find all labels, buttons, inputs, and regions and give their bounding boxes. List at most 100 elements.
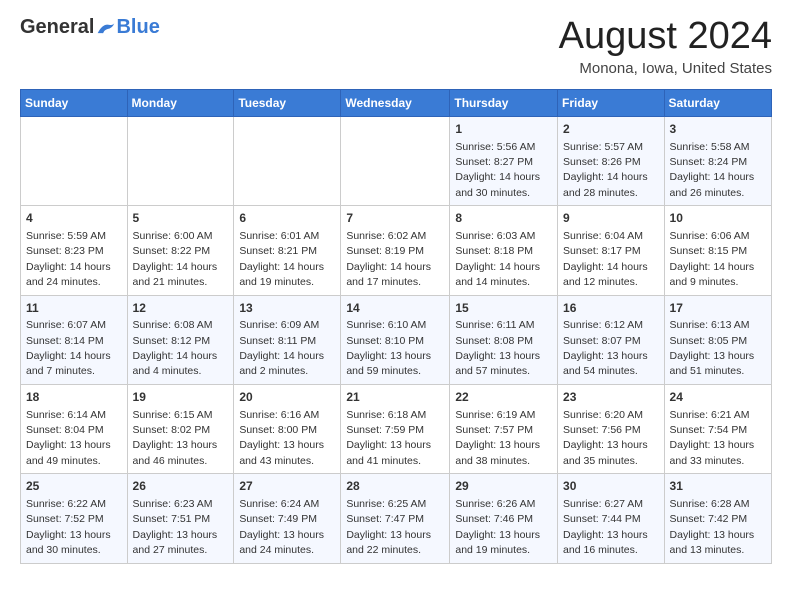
day-cell: 13 Sunrise: 6:09 AMSunset: 8:11 PMDayligh… — [234, 295, 341, 384]
day-info-text: Sunrise: 6:16 AMSunset: 8:00 PMDaylight:… — [239, 409, 324, 467]
day-header-saturday: Saturday — [664, 89, 771, 116]
day-info-text: Sunrise: 6:09 AMSunset: 8:11 PMDaylight:… — [239, 319, 324, 377]
day-number: 13 — [239, 300, 335, 317]
day-header-tuesday: Tuesday — [234, 89, 341, 116]
day-cell: 5Sunrise: 6:00 AMSunset: 8:22 PMDaylight… — [127, 206, 234, 295]
day-number: 17 — [670, 300, 766, 317]
day-info-text: Sunrise: 6:27 AMSunset: 7:44 PMDaylight:… — [563, 498, 648, 556]
day-info-text: Sunrise: 5:56 AMSunset: 8:27 PMDaylight:… — [455, 141, 540, 199]
day-number: 11 — [26, 300, 122, 317]
day-number: 4 — [26, 210, 122, 227]
day-info-text: Sunrise: 6:07 AMSunset: 8:14 PMDaylight:… — [26, 319, 111, 377]
day-info-text: Sunrise: 6:12 AMSunset: 8:07 PMDaylight:… — [563, 319, 648, 377]
day-header-wednesday: Wednesday — [341, 89, 450, 116]
day-number: 14 — [346, 300, 444, 317]
day-number: 10 — [670, 210, 766, 227]
day-info-text: Sunrise: 6:22 AMSunset: 7:52 PMDaylight:… — [26, 498, 111, 556]
day-cell: 9 Sunrise: 6:04 AMSunset: 8:17 PMDaylight… — [558, 206, 665, 295]
day-cell — [127, 116, 234, 205]
day-cell: 17 Sunrise: 6:13 AMSunset: 8:05 PMDayligh… — [664, 295, 771, 384]
day-info-text: Sunrise: 6:06 AMSunset: 8:15 PMDaylight:… — [670, 230, 755, 288]
day-number: 25 — [26, 478, 122, 495]
day-cell: 21 Sunrise: 6:18 AMSunset: 7:59 PMDayligh… — [341, 384, 450, 473]
day-cell: 11 Sunrise: 6:07 AMSunset: 8:14 PMDayligh… — [21, 295, 128, 384]
day-cell — [234, 116, 341, 205]
day-number: 21 — [346, 389, 444, 406]
day-cell — [21, 116, 128, 205]
day-cell: 18 Sunrise: 6:14 AMSunset: 8:04 PMDayligh… — [21, 384, 128, 473]
day-info-text: Sunrise: 6:20 AMSunset: 7:56 PMDaylight:… — [563, 409, 648, 467]
day-number: 28 — [346, 478, 444, 495]
day-number: 9 — [563, 210, 659, 227]
day-cell: 31 Sunrise: 6:28 AMSunset: 7:42 PMDayligh… — [664, 474, 771, 563]
day-number: 26 — [133, 478, 229, 495]
day-info-text: Sunrise: 5:59 AMSunset: 8:23 PMDaylight:… — [26, 230, 111, 288]
day-info-text: Sunrise: 6:01 AMSunset: 8:21 PMDaylight:… — [239, 230, 324, 288]
day-header-thursday: Thursday — [450, 89, 558, 116]
day-info-text: Sunrise: 6:19 AMSunset: 7:57 PMDaylight:… — [455, 409, 540, 467]
day-number: 1 — [455, 121, 552, 138]
day-cell: 12 Sunrise: 6:08 AMSunset: 8:12 PMDayligh… — [127, 295, 234, 384]
day-number: 16 — [563, 300, 659, 317]
week-row-2: 4 Sunrise: 5:59 AMSunset: 8:23 PMDaylight… — [21, 206, 772, 295]
day-info-text: Sunrise: 5:57 AMSunset: 8:26 PMDaylight:… — [563, 141, 648, 199]
day-cell: 16 Sunrise: 6:12 AMSunset: 8:07 PMDayligh… — [558, 295, 665, 384]
day-info-text: Sunrise: 6:14 AMSunset: 8:04 PMDaylight:… — [26, 409, 111, 467]
logo: General Blue — [20, 16, 160, 39]
day-number: 19 — [133, 389, 229, 406]
day-cell: 26 Sunrise: 6:23 AMSunset: 7:51 PMDayligh… — [127, 474, 234, 563]
day-cell: 20 Sunrise: 6:16 AMSunset: 8:00 PMDayligh… — [234, 384, 341, 473]
day-cell: 10 Sunrise: 6:06 AMSunset: 8:15 PMDayligh… — [664, 206, 771, 295]
day-info-text: Sunrise: 6:13 AMSunset: 8:05 PMDaylight:… — [670, 319, 755, 377]
day-cell: 2 Sunrise: 5:57 AMSunset: 8:26 PMDaylight… — [558, 116, 665, 205]
day-header-sunday: Sunday — [21, 89, 128, 116]
day-cell: 29Sunrise: 6:26 AMSunset: 7:46 PMDayligh… — [450, 474, 558, 563]
day-info-text: Sunrise: 6:02 AMSunset: 8:19 PMDaylight:… — [346, 230, 431, 288]
day-cell: 23 Sunrise: 6:20 AMSunset: 7:56 PMDayligh… — [558, 384, 665, 473]
week-row-5: 25 Sunrise: 6:22 AMSunset: 7:52 PMDayligh… — [21, 474, 772, 563]
day-info-text: Sunrise: 6:03 AMSunset: 8:18 PMDaylight:… — [455, 230, 540, 288]
day-number: 22 — [455, 389, 552, 406]
day-info-text: Sunrise: 6:18 AMSunset: 7:59 PMDaylight:… — [346, 409, 431, 467]
day-cell: 19 Sunrise: 6:15 AMSunset: 8:02 PMDayligh… — [127, 384, 234, 473]
day-number: 23 — [563, 389, 659, 406]
day-number: 20 — [239, 389, 335, 406]
day-cell: 6 Sunrise: 6:01 AMSunset: 8:21 PMDaylight… — [234, 206, 341, 295]
calendar-subtitle: Monona, Iowa, United States — [559, 60, 772, 77]
day-header-friday: Friday — [558, 89, 665, 116]
day-info-text: Sunrise: 6:28 AMSunset: 7:42 PMDaylight:… — [670, 498, 755, 556]
day-number: 27 — [239, 478, 335, 495]
day-info-text: Sunrise: 6:23 AMSunset: 7:51 PMDaylight:… — [133, 498, 218, 556]
day-number: 6 — [239, 210, 335, 227]
week-row-3: 11 Sunrise: 6:07 AMSunset: 8:14 PMDayligh… — [21, 295, 772, 384]
day-cell: 14Sunrise: 6:10 AMSunset: 8:10 PMDayligh… — [341, 295, 450, 384]
day-cell: 27Sunrise: 6:24 AMSunset: 7:49 PMDayligh… — [234, 474, 341, 563]
day-number: 18 — [26, 389, 122, 406]
day-info-text: Sunrise: 6:15 AMSunset: 8:02 PMDaylight:… — [133, 409, 218, 467]
logo-bird-icon — [96, 19, 116, 39]
day-cell: 22 Sunrise: 6:19 AMSunset: 7:57 PMDayligh… — [450, 384, 558, 473]
day-cell: 15Sunrise: 6:11 AMSunset: 8:08 PMDayligh… — [450, 295, 558, 384]
day-cell: 25 Sunrise: 6:22 AMSunset: 7:52 PMDayligh… — [21, 474, 128, 563]
day-cell: 3Sunrise: 5:58 AMSunset: 8:24 PMDaylight… — [664, 116, 771, 205]
day-info-text: Sunrise: 6:26 AMSunset: 7:46 PMDaylight:… — [455, 498, 540, 556]
week-row-4: 18 Sunrise: 6:14 AMSunset: 8:04 PMDayligh… — [21, 384, 772, 473]
day-info-text: Sunrise: 5:58 AMSunset: 8:24 PMDaylight:… — [670, 141, 755, 199]
day-info-text: Sunrise: 6:08 AMSunset: 8:12 PMDaylight:… — [133, 319, 218, 377]
logo-blue-text: Blue — [116, 16, 159, 39]
week-row-1: 1 Sunrise: 5:56 AMSunset: 8:27 PMDaylight… — [21, 116, 772, 205]
logo-general-text: General — [20, 16, 94, 39]
day-cell: 30 Sunrise: 6:27 AMSunset: 7:44 PMDayligh… — [558, 474, 665, 563]
day-info-text: Sunrise: 6:04 AMSunset: 8:17 PMDaylight:… — [563, 230, 648, 288]
day-number: 30 — [563, 478, 659, 495]
day-cell: 28Sunrise: 6:25 AMSunset: 7:47 PMDayligh… — [341, 474, 450, 563]
day-cell: 8 Sunrise: 6:03 AMSunset: 8:18 PMDaylight… — [450, 206, 558, 295]
day-cell: 24Sunrise: 6:21 AMSunset: 7:54 PMDayligh… — [664, 384, 771, 473]
day-number: 7 — [346, 210, 444, 227]
day-number: 31 — [670, 478, 766, 495]
day-info-text: Sunrise: 6:00 AMSunset: 8:22 PMDaylight:… — [133, 230, 218, 288]
day-number: 8 — [455, 210, 552, 227]
day-number: 12 — [133, 300, 229, 317]
day-number: 2 — [563, 121, 659, 138]
day-cell: 1 Sunrise: 5:56 AMSunset: 8:27 PMDaylight… — [450, 116, 558, 205]
